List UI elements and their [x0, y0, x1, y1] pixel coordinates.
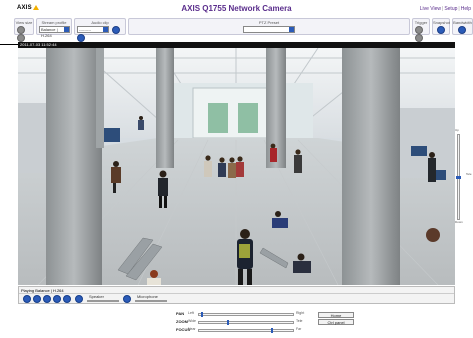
audio-clip-label: Audio clip — [91, 20, 109, 25]
snapshot-button[interactable] — [436, 26, 445, 34]
speaker-volume-slider[interactable] — [87, 300, 119, 302]
ptz-preset-group: PTZ Preset — [128, 18, 410, 35]
zoom-slider-marker[interactable] — [226, 320, 229, 325]
timestamp-callout-line — [0, 44, 18, 45]
zoom-slider-top-label: Up — [455, 128, 459, 132]
header-bar: AXIS AXIS Q1755 Network Camera Live View… — [0, 0, 473, 17]
zoom-slider[interactable] — [198, 321, 294, 324]
snapshot-group: Snapshot — [432, 18, 450, 35]
audio-clip-group: Audio clip --------- — [74, 18, 126, 42]
view-size-label: View size — [15, 20, 33, 25]
bandwidth-group: Bandwidth — [452, 18, 473, 35]
live-video-stream[interactable] — [18, 48, 455, 285]
chevron-down-icon — [64, 27, 69, 32]
zoom-label: ZOOM — [176, 319, 188, 324]
ptz-preset-label: PTZ Preset — [258, 20, 280, 25]
snapshot-icon[interactable] — [53, 295, 61, 303]
ctrl-panel-button[interactable]: Ctrl panel — [318, 319, 354, 325]
pause-icon[interactable] — [33, 295, 41, 303]
pan-row: PAN Left Right — [176, 311, 316, 318]
pan-label: PAN — [176, 311, 185, 316]
ptz-controls: PAN Left Right ZOOM Wide Tele FOCUS Near… — [176, 311, 316, 335]
microphone-volume-slider[interactable] — [135, 300, 167, 302]
help-link[interactable]: Help — [461, 6, 471, 12]
record-icon[interactable] — [43, 295, 51, 303]
chevron-down-icon — [103, 27, 108, 32]
setup-link[interactable]: Setup — [444, 6, 457, 12]
bandwidth-label: Bandwidth — [453, 20, 472, 25]
ptz-preset-select[interactable] — [243, 26, 295, 33]
bandwidth-button[interactable] — [458, 26, 466, 34]
stream-profile-label: Stream profile — [41, 20, 67, 25]
focus-slider[interactable] — [198, 329, 294, 332]
play-audio-clip-button[interactable] — [112, 26, 121, 34]
speaker-label: Speaker — [89, 294, 104, 299]
snapshot-label: Snapshot — [433, 20, 450, 25]
zoom-low-label: Wide — [188, 319, 196, 323]
trigger-off-button[interactable] — [415, 34, 423, 42]
view-size-group: View size — [14, 18, 34, 42]
trigger-on-button[interactable] — [415, 26, 423, 34]
pan-slider-marker[interactable] — [200, 312, 203, 317]
fullscreen-icon[interactable] — [63, 295, 71, 303]
view-toolbar: View size Stream profile Balance | H.264… — [14, 18, 473, 42]
stop-audio-clip-button[interactable] — [77, 34, 85, 42]
zoom-vertical-slider[interactable]: Up Down — [455, 128, 463, 226]
zoom-slider-side-label: Tele — [466, 172, 472, 176]
microphone-icon[interactable] — [123, 295, 131, 303]
stop-icon[interactable] — [23, 295, 31, 303]
microphone-label: Microphone — [137, 294, 158, 299]
speaker-icon[interactable] — [75, 295, 83, 303]
zoom-slider-bottom-label: Down — [455, 220, 463, 224]
home-button[interactable]: Home — [318, 312, 354, 318]
zoom-row: ZOOM Wide Tele — [176, 319, 316, 326]
focus-low-label: Near — [188, 327, 196, 331]
zoom-slider-thumb[interactable] — [456, 176, 461, 179]
audio-clip-select[interactable]: --------- — [77, 26, 109, 33]
trigger-label: Trigger — [414, 20, 428, 25]
stream-profile-value: Balance | H.264 — [41, 27, 58, 38]
focus-slider-marker[interactable] — [270, 328, 273, 333]
zoom-high-label: Tele — [296, 319, 303, 323]
trigger-group: Trigger — [412, 18, 430, 42]
pan-low-label: Left — [188, 311, 194, 315]
stream-profile-select[interactable]: Balance | H.264 — [39, 26, 70, 38]
video-frame-image — [18, 48, 455, 285]
top-nav: Live View|Setup|Help — [419, 6, 471, 12]
view-size-half-button[interactable] — [17, 26, 25, 34]
view-size-full-button[interactable] — [17, 34, 25, 42]
focus-row: FOCUS Near Far — [176, 327, 316, 334]
focus-high-label: Far — [296, 327, 302, 331]
player-control-bar: Playing Balance | H.264 Speaker Micropho… — [18, 286, 455, 304]
pan-high-label: Right — [296, 311, 305, 315]
control-bar-divider — [19, 293, 454, 294]
audio-clip-value: --------- — [79, 27, 91, 32]
page-title: AXIS Q1755 Network Camera — [181, 4, 292, 13]
pan-slider[interactable] — [198, 313, 294, 316]
video-timestamp: 2011-07-03 11:52:44 — [20, 42, 57, 47]
stream-profile-group: Stream profile Balance | H.264 — [36, 18, 72, 38]
chevron-down-icon — [289, 27, 294, 32]
live-view-link[interactable]: Live View — [420, 6, 441, 12]
